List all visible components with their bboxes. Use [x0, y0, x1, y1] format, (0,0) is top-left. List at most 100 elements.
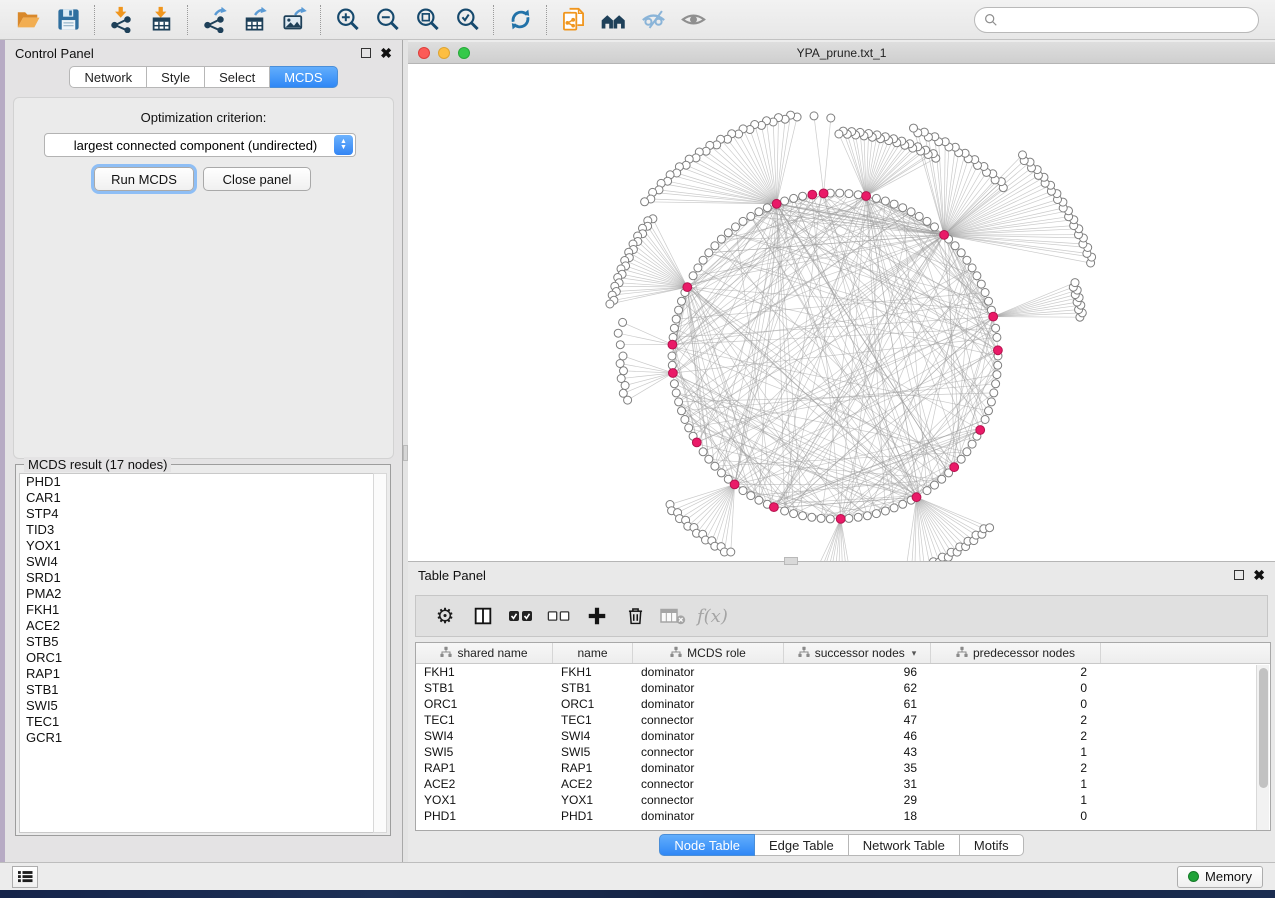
column-header-MCDS-role[interactable]: MCDS role: [633, 643, 784, 663]
mcds-result-item[interactable]: RAP1: [20, 666, 374, 682]
table-row[interactable]: YOX1YOX1connector291: [416, 792, 1270, 808]
column-label: MCDS role: [687, 646, 746, 660]
add-column-button[interactable]: [580, 599, 614, 633]
table-cell: connector: [633, 744, 784, 760]
table-row[interactable]: PHD1PHD1dominator180: [416, 808, 1270, 824]
close-panel-icon[interactable]: ✖: [380, 46, 392, 60]
mcds-result-item[interactable]: TEC1: [20, 714, 374, 730]
table-cell: SWI5: [553, 744, 633, 760]
column-header-predecessor-nodes[interactable]: predecessor nodes: [931, 643, 1101, 663]
network-canvas[interactable]: [408, 64, 1275, 561]
delete-row-button[interactable]: [618, 599, 652, 633]
mcds-result-item[interactable]: PMA2: [20, 586, 374, 602]
tab-mcds[interactable]: MCDS: [270, 66, 337, 88]
mcds-result-item[interactable]: STP4: [20, 506, 374, 522]
export-image-button[interactable]: [274, 3, 314, 37]
table-cell: 1: [931, 744, 1101, 760]
table-cell: STB1: [553, 680, 633, 696]
deselect-all-rows-button[interactable]: [542, 599, 576, 633]
column-label: name: [577, 646, 607, 660]
table-row[interactable]: RAP1RAP1dominator352: [416, 760, 1270, 776]
table-row[interactable]: ACE2ACE2connector311: [416, 776, 1270, 792]
import-network-button[interactable]: [101, 3, 141, 37]
save-session-button[interactable]: [48, 3, 88, 37]
desktop-wallpaper-strip: [0, 890, 1275, 898]
table-scrollbar[interactable]: [1256, 665, 1269, 830]
mcds-result-item[interactable]: FKH1: [20, 602, 374, 618]
control-panel: Control Panel ✖ NetworkStyleSelectMCDS O…: [5, 40, 402, 862]
table-cell: 0: [931, 696, 1101, 712]
table-options-gear-button[interactable]: ⚙: [428, 599, 462, 633]
tab-style[interactable]: Style: [147, 66, 205, 88]
mcds-result-item[interactable]: GCR1: [20, 730, 374, 746]
mcds-result-item[interactable]: SWI5: [20, 698, 374, 714]
table-cell: 2: [931, 664, 1101, 680]
select-all-rows-button[interactable]: [504, 599, 538, 633]
column-tree-icon: [670, 646, 682, 661]
mcds-result-item[interactable]: TID3: [20, 522, 374, 538]
criterion-dropdown[interactable]: largest connected component (undirected)…: [44, 133, 356, 157]
mcds-result-item[interactable]: ACE2: [20, 618, 374, 634]
tab-network[interactable]: Network: [69, 66, 147, 88]
window-close-traffic-light[interactable]: [418, 47, 430, 59]
column-label: successor nodes: [815, 646, 905, 660]
table-tab-node-table[interactable]: Node Table: [659, 834, 755, 856]
show-all-button[interactable]: [673, 3, 713, 37]
close-panel-button[interactable]: Close panel: [203, 167, 311, 191]
mcds-result-item[interactable]: PHD1: [20, 474, 374, 490]
table-cell: ORC1: [553, 696, 633, 712]
mcds-result-item[interactable]: STB5: [20, 634, 374, 650]
table-cell: connector: [633, 792, 784, 808]
refresh-button[interactable]: [500, 3, 540, 37]
window-minimize-traffic-light[interactable]: [438, 47, 450, 59]
mcds-result-list[interactable]: PHD1CAR1STP4TID3YOX1SWI4SRD1PMA2FKH1ACE2…: [19, 473, 375, 833]
column-header-successor-nodes[interactable]: successor nodes▾: [784, 643, 931, 663]
zoom-fit-button[interactable]: [407, 3, 447, 37]
table-row[interactable]: STB1STB1dominator620: [416, 680, 1270, 696]
table-tab-edge-table[interactable]: Edge Table: [755, 834, 849, 856]
column-header-shared-name[interactable]: shared name: [416, 643, 553, 663]
mcds-result-item[interactable]: CAR1: [20, 490, 374, 506]
mcds-result-item[interactable]: STB1: [20, 682, 374, 698]
hide-selected-button[interactable]: [633, 3, 673, 37]
run-mcds-button[interactable]: Run MCDS: [94, 167, 194, 191]
table-cell: PHD1: [553, 808, 633, 824]
memory-button[interactable]: Memory: [1177, 866, 1263, 888]
export-network-button[interactable]: [194, 3, 234, 37]
mcds-result-scrollbar[interactable]: [373, 473, 387, 833]
table-row[interactable]: SWI4SWI4dominator462: [416, 728, 1270, 744]
float-table-panel-icon[interactable]: [1234, 570, 1244, 580]
table-row[interactable]: TEC1TEC1connector472: [416, 712, 1270, 728]
table-cell: 29: [784, 792, 931, 808]
close-table-panel-icon[interactable]: ✖: [1253, 568, 1265, 582]
table-cell: YOX1: [416, 792, 553, 808]
mcds-result-item[interactable]: SRD1: [20, 570, 374, 586]
table-tab-network-table[interactable]: Network Table: [849, 834, 960, 856]
panel-menu-button[interactable]: [12, 866, 38, 888]
mcds-result-item[interactable]: ORC1: [20, 650, 374, 666]
show-columns-button[interactable]: [466, 599, 500, 633]
table-tab-motifs[interactable]: Motifs: [960, 834, 1024, 856]
float-panel-icon[interactable]: [361, 48, 371, 58]
column-header-name[interactable]: name: [553, 643, 633, 663]
import-table-button[interactable]: [141, 3, 181, 37]
table-row[interactable]: ORC1ORC1dominator610: [416, 696, 1270, 712]
mcds-result-item[interactable]: YOX1: [20, 538, 374, 554]
zoom-out-button[interactable]: [367, 3, 407, 37]
table-toolbar: ⚙f(x): [415, 595, 1268, 637]
window-zoom-traffic-light[interactable]: [458, 47, 470, 59]
table-scrollbar-thumb[interactable]: [1259, 668, 1268, 788]
table-row[interactable]: FKH1FKH1dominator962: [416, 664, 1270, 680]
tab-select[interactable]: Select: [205, 66, 270, 88]
clone-network-button[interactable]: [553, 3, 593, 37]
search-box[interactable]: [974, 7, 1259, 33]
horizontal-split-handle[interactable]: [784, 557, 798, 565]
export-table-button[interactable]: [234, 3, 274, 37]
first-neighbors-button[interactable]: [593, 3, 633, 37]
zoom-selected-button[interactable]: [447, 3, 487, 37]
open-file-button[interactable]: [8, 3, 48, 37]
table-row[interactable]: SWI5SWI5connector431: [416, 744, 1270, 760]
zoom-in-button[interactable]: [327, 3, 367, 37]
search-input[interactable]: [1004, 12, 1249, 27]
mcds-result-item[interactable]: SWI4: [20, 554, 374, 570]
